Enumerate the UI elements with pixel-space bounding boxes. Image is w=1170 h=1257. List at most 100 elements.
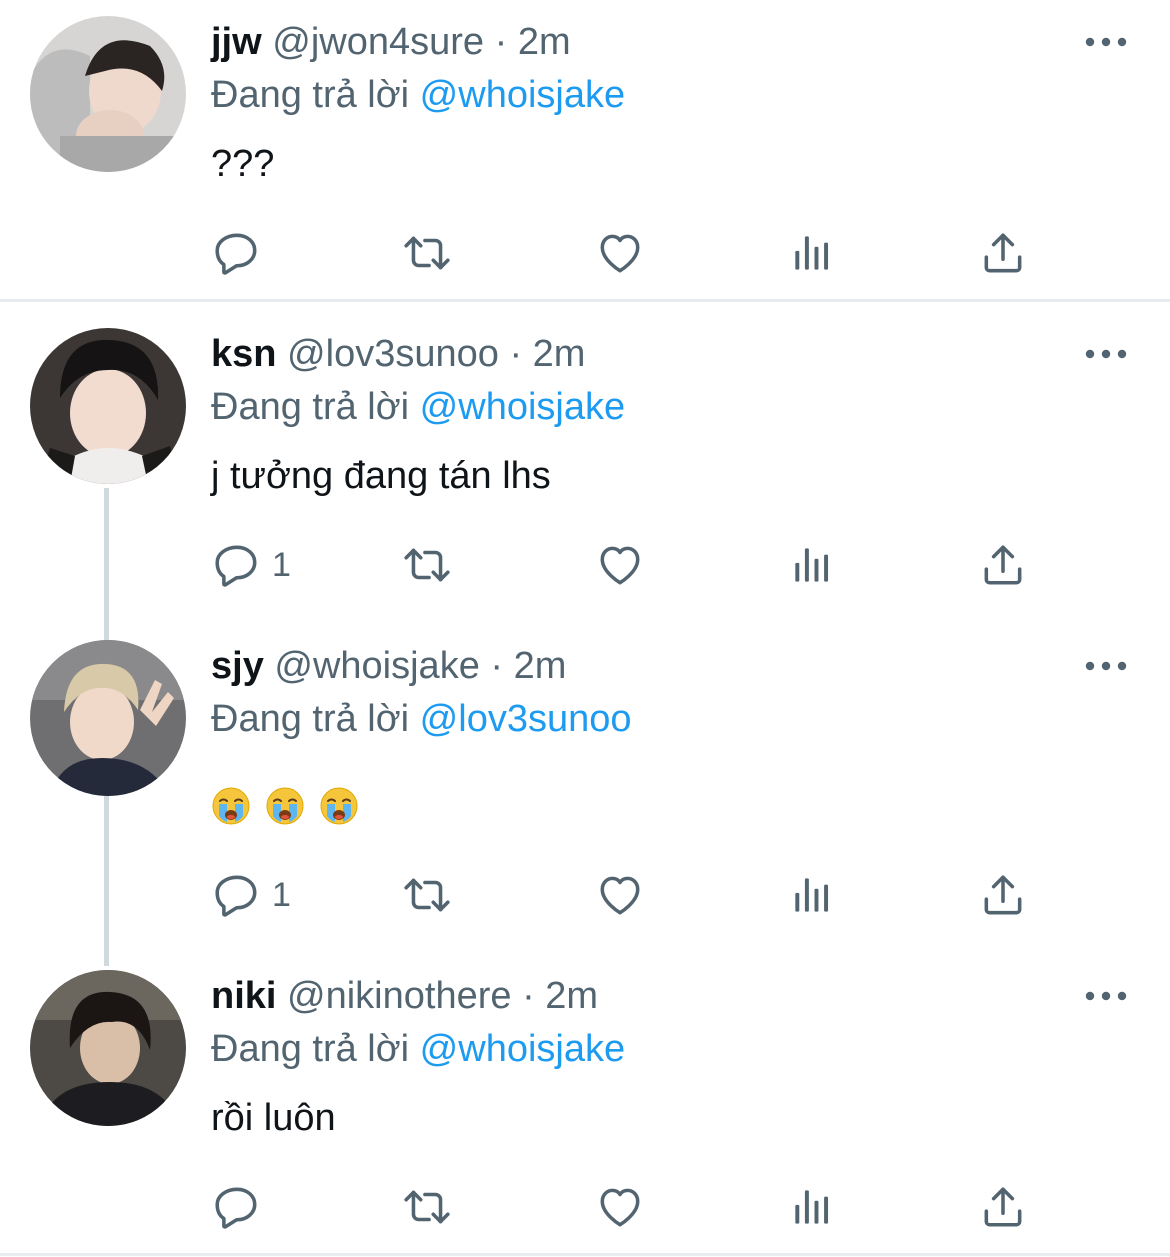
analytics-icon bbox=[787, 228, 837, 278]
analytics-icon bbox=[787, 540, 837, 590]
replying-prefix: Đang trả lời bbox=[211, 698, 410, 740]
share-icon bbox=[978, 1182, 1028, 1232]
mention-link[interactable]: @whoisjake bbox=[420, 74, 625, 116]
avatar[interactable] bbox=[30, 640, 186, 796]
action-bar bbox=[0, 1177, 1170, 1237]
retweet-button[interactable] bbox=[402, 1177, 452, 1237]
tweet-header: sjy @whoisjake · 2m bbox=[211, 644, 566, 688]
share-button[interactable] bbox=[978, 865, 1028, 925]
user-handle[interactable]: @jwon4sure bbox=[272, 21, 484, 63]
analytics-icon bbox=[787, 870, 837, 920]
user-handle[interactable]: @whoisjake bbox=[274, 645, 479, 687]
share-button[interactable] bbox=[978, 1177, 1028, 1237]
replying-to: Đang trả lời @lov3sunoo bbox=[211, 697, 632, 741]
like-button[interactable] bbox=[595, 535, 645, 595]
reply-button[interactable]: 1 bbox=[212, 865, 291, 925]
replying-to: Đang trả lời @whoisjake bbox=[211, 73, 625, 117]
more-icon[interactable] bbox=[1082, 656, 1130, 676]
display-name[interactable]: sjy bbox=[211, 645, 264, 687]
reply-icon bbox=[212, 870, 262, 920]
tweet-text: rồi luôn bbox=[211, 1097, 336, 1139]
like-icon bbox=[595, 228, 645, 278]
separator-dot: · bbox=[494, 21, 508, 63]
tweet-divider bbox=[0, 1253, 1170, 1256]
mention-link[interactable]: @whoisjake bbox=[420, 386, 625, 428]
avatar-image bbox=[30, 640, 186, 796]
separator-dot: · bbox=[509, 333, 523, 375]
share-button[interactable] bbox=[978, 535, 1028, 595]
user-handle[interactable]: @nikinothere bbox=[287, 975, 511, 1017]
retweet-icon bbox=[402, 1182, 452, 1232]
tweet[interactable]: ksn @lov3sunoo · 2m Đang trả lời @whoisj… bbox=[0, 310, 1170, 630]
replying-prefix: Đang trả lời bbox=[211, 74, 410, 116]
like-icon bbox=[595, 1182, 645, 1232]
analytics-button[interactable] bbox=[787, 535, 837, 595]
avatar-image bbox=[30, 970, 186, 1126]
more-icon[interactable] bbox=[1082, 344, 1130, 364]
reply-button[interactable] bbox=[212, 1177, 272, 1237]
tweet-header: niki @nikinothere · 2m bbox=[211, 974, 598, 1018]
retweet-button[interactable] bbox=[402, 865, 452, 925]
tweet-header: ksn @lov3sunoo · 2m bbox=[211, 332, 585, 376]
retweet-icon bbox=[402, 540, 452, 590]
loudly-crying-face-icon bbox=[211, 786, 251, 826]
share-button[interactable] bbox=[978, 223, 1028, 283]
timestamp[interactable]: 2m bbox=[533, 333, 586, 375]
retweet-button[interactable] bbox=[402, 535, 452, 595]
avatar[interactable] bbox=[30, 328, 186, 484]
display-name[interactable]: ksn bbox=[211, 333, 276, 375]
action-bar: 1 bbox=[0, 535, 1170, 595]
retweet-button[interactable] bbox=[402, 223, 452, 283]
loudly-crying-face-icon bbox=[265, 786, 305, 826]
reply-button[interactable] bbox=[212, 223, 272, 283]
timestamp[interactable]: 2m bbox=[514, 645, 567, 687]
more-icon[interactable] bbox=[1082, 32, 1130, 52]
replying-prefix: Đang trả lời bbox=[211, 1028, 410, 1070]
timestamp[interactable]: 2m bbox=[545, 975, 598, 1017]
like-button[interactable] bbox=[595, 223, 645, 283]
reply-icon bbox=[212, 540, 262, 590]
replying-to: Đang trả lời @whoisjake bbox=[211, 1027, 625, 1071]
like-icon bbox=[595, 870, 645, 920]
reply-icon bbox=[212, 228, 262, 278]
action-bar bbox=[0, 223, 1170, 283]
display-name[interactable]: jjw bbox=[211, 21, 262, 63]
tweet-text: ??? bbox=[211, 143, 275, 185]
display-name[interactable]: niki bbox=[211, 975, 276, 1017]
user-handle[interactable]: @lov3sunoo bbox=[287, 333, 499, 375]
loudly-crying-face-icon bbox=[319, 786, 359, 826]
tweet-text: j tưởng đang tán lhs bbox=[211, 455, 551, 497]
timestamp[interactable]: 2m bbox=[518, 21, 571, 63]
separator-dot: · bbox=[522, 975, 535, 1017]
like-icon bbox=[595, 540, 645, 590]
share-icon bbox=[978, 870, 1028, 920]
tweet-text bbox=[211, 782, 373, 826]
tweet-divider bbox=[0, 299, 1170, 302]
avatar[interactable] bbox=[30, 16, 186, 172]
tweet[interactable]: sjy @whoisjake · 2m Đang trả lời @lov3su… bbox=[0, 622, 1170, 952]
reply-icon bbox=[212, 1182, 262, 1232]
avatar-image bbox=[30, 328, 186, 484]
share-icon bbox=[978, 228, 1028, 278]
more-icon[interactable] bbox=[1082, 986, 1130, 1006]
analytics-button[interactable] bbox=[787, 865, 837, 925]
reply-button[interactable]: 1 bbox=[212, 535, 291, 595]
replying-prefix: Đang trả lời bbox=[211, 386, 410, 428]
mention-link[interactable]: @whoisjake bbox=[420, 1028, 625, 1070]
retweet-icon bbox=[402, 228, 452, 278]
separator-dot: · bbox=[490, 645, 504, 687]
like-button[interactable] bbox=[595, 865, 645, 925]
replying-to: Đang trả lời @whoisjake bbox=[211, 385, 625, 429]
like-button[interactable] bbox=[595, 1177, 645, 1237]
retweet-icon bbox=[402, 870, 452, 920]
mention-link[interactable]: @lov3sunoo bbox=[420, 698, 632, 740]
avatar-image bbox=[30, 16, 186, 172]
tweet[interactable]: jjw @jwon4sure · 2m Đang trả lời @whoisj… bbox=[0, 0, 1170, 303]
tweet[interactable]: niki @nikinothere · 2m Đang trả lời @who… bbox=[0, 952, 1170, 1257]
avatar[interactable] bbox=[30, 970, 186, 1126]
analytics-button[interactable] bbox=[787, 223, 837, 283]
action-bar: 1 bbox=[0, 865, 1170, 925]
analytics-button[interactable] bbox=[787, 1177, 837, 1237]
tweet-header: jjw @jwon4sure · 2m bbox=[211, 20, 571, 64]
share-icon bbox=[978, 540, 1028, 590]
